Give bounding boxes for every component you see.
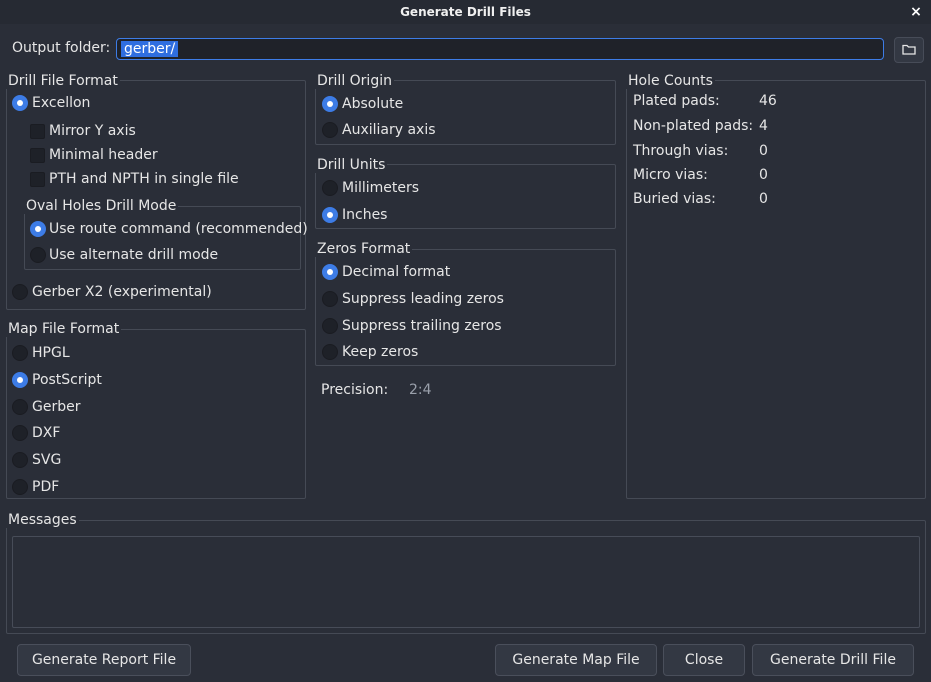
radio-map-dxf-label: DXF [32,425,61,441]
checkbox-pth-npth-single-label: PTH and NPTH in single file [49,171,239,187]
browse-folder-button[interactable] [894,37,924,63]
radio-origin-absolute-label: Absolute [342,96,404,112]
radio-map-gerber-label: Gerber [32,399,81,415]
drill-origin-title: Drill Origin [315,73,394,89]
radio-map-pdf-indicator [12,479,28,495]
oval-holes-title: Oval Holes Drill Mode [24,198,179,214]
map-file-format-title: Map File Format [6,321,122,337]
radio-route-command-indicator [30,221,46,237]
hole-count-plated-label: Plated pads: [633,93,720,109]
radio-excellon-label: Excellon [32,95,91,111]
radio-zeros-decimal-label: Decimal format [342,264,451,280]
radio-map-hpgl-indicator [12,345,28,361]
hole-count-buried-label: Buried vias: [633,191,716,207]
radio-map-postscript-label: PostScript [32,372,102,388]
folder-icon [902,44,916,55]
radio-units-inches-indicator [322,207,338,223]
hole-count-nonplated-label: Non-plated pads: [633,118,754,134]
hole-count-plated-value: 46 [759,93,777,109]
radio-origin-auxiliary-indicator [322,122,338,138]
radio-excellon-indicator [12,95,28,111]
radio-origin-absolute-indicator [322,96,338,112]
radio-map-gerber-indicator [12,399,28,415]
radio-zeros-suppress-leading-indicator [322,291,338,307]
checkbox-minimal-header-box [30,148,45,163]
radio-route-command-label: Use route command (recommended) [49,221,308,237]
radio-map-postscript-indicator [12,372,28,388]
radio-origin-auxiliary-label: Auxiliary axis [342,122,436,138]
radio-units-millimeters-label: Millimeters [342,180,420,196]
radio-map-svg-label: SVG [32,452,62,468]
checkbox-mirror-y-box [30,124,45,139]
radio-units-inches-label: Inches [342,207,388,223]
checkbox-mirror-y-label: Mirror Y axis [49,123,136,139]
radio-zeros-suppress-trailing-label: Suppress trailing zeros [342,318,502,334]
radio-map-svg-indicator [12,452,28,468]
output-folder-label: Output folder: [12,40,111,56]
radio-map-pdf-label: PDF [32,479,60,495]
window-title: Generate Drill Files [400,5,531,19]
output-folder-value: gerber/ [121,41,179,57]
zeros-format-title: Zeros Format [315,241,413,257]
precision-value: 2:4 [409,382,432,398]
drill-file-format-group [6,80,306,310]
generate-report-file-button[interactable]: Generate Report File [17,644,191,676]
checkbox-minimal-header-label: Minimal header [49,147,158,163]
radio-zeros-suppress-trailing-indicator [322,318,338,334]
radio-alternate-drill-indicator [30,247,46,263]
hole-count-nonplated-value: 4 [759,118,768,134]
output-folder-input[interactable]: gerber/ [116,38,884,60]
drill-file-format-title: Drill File Format [6,73,120,89]
radio-zeros-keep-indicator [322,344,338,360]
generate-map-file-button[interactable]: Generate Map File [495,644,657,676]
hole-counts-title: Hole Counts [626,73,715,89]
radio-zeros-keep-label: Keep zeros [342,344,419,360]
close-button[interactable]: Close [663,644,745,676]
radio-zeros-suppress-leading-label: Suppress leading zeros [342,291,504,307]
hole-count-through-label: Through vias: [633,143,729,159]
radio-alternate-drill-label: Use alternate drill mode [49,247,219,263]
messages-text-area[interactable] [12,536,920,628]
hole-count-micro-label: Micro vias: [633,167,708,183]
title-bar: Generate Drill Files × [0,0,931,24]
hole-count-micro-value: 0 [759,167,768,183]
checkbox-pth-npth-single-box [30,172,45,187]
precision-label: Precision: [321,382,389,398]
radio-gerber-x2-indicator [12,284,28,300]
close-icon[interactable]: × [907,0,925,24]
radio-gerber-x2-label: Gerber X2 (experimental) [32,284,212,300]
radio-map-hpgl-label: HPGL [32,345,70,361]
hole-count-through-value: 0 [759,143,768,159]
generate-drill-file-button[interactable]: Generate Drill File [752,644,914,676]
radio-zeros-decimal-indicator [322,264,338,280]
radio-units-millimeters-indicator [322,180,338,196]
hole-count-buried-value: 0 [759,191,768,207]
messages-title: Messages [6,512,79,528]
radio-map-dxf-indicator [12,425,28,441]
drill-units-title: Drill Units [315,157,388,173]
